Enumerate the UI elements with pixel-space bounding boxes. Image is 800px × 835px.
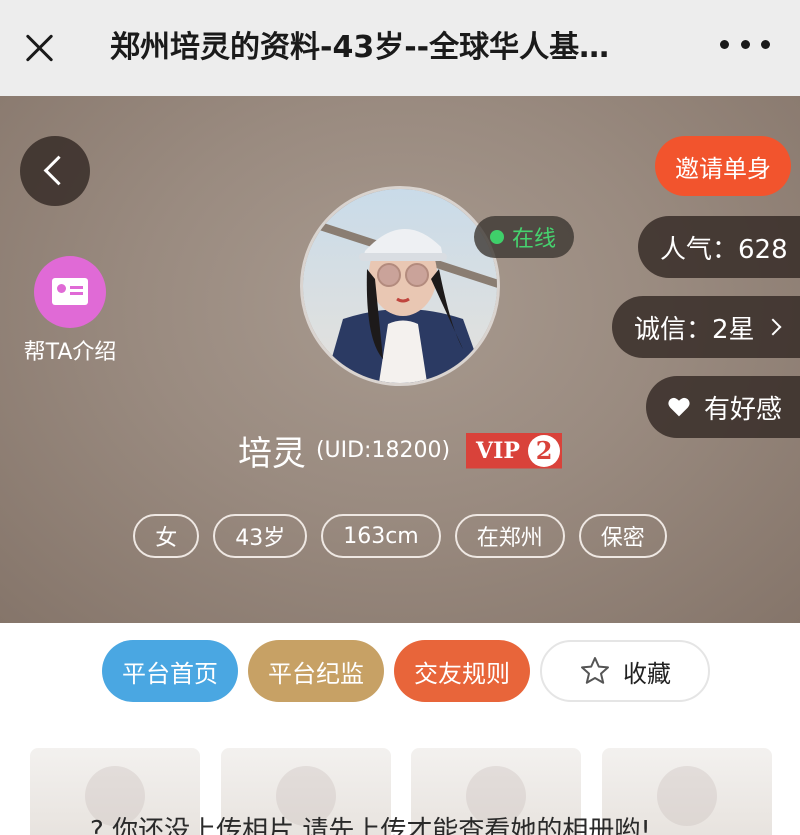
integrity-label: 诚信：2星 (634, 314, 755, 345)
introduce-label: 帮TA介绍 (23, 340, 117, 365)
back-icon[interactable] (20, 136, 90, 206)
popularity-badge: 人气：628 (638, 216, 800, 278)
star-icon (581, 657, 609, 684)
tag-privacy: 保密 (578, 514, 667, 558)
id-card-icon (34, 256, 106, 328)
page-title: 郑州培灵的资料-43岁--全球华人基… (110, 30, 610, 65)
integrity-button[interactable]: 诚信：2星 (612, 296, 800, 358)
vip-badge: VIP 2 (466, 432, 563, 469)
vip-text: VIP (476, 437, 520, 464)
platform-home-button[interactable]: 平台首页 (102, 640, 238, 702)
online-label: 在线 (512, 227, 557, 252)
profile-uid: (UID:18200) (315, 438, 451, 463)
dating-rules-button[interactable]: 交友规则 (394, 640, 530, 702)
photo-upload-notice: ? 你还没上传相片,请先上传才能查看她的相册哟! (90, 816, 651, 835)
top-bar: 郑州培灵的资料-43岁--全球华人基… (0, 0, 800, 96)
close-icon[interactable] (22, 30, 58, 66)
favorite-label: 收藏 (623, 659, 671, 688)
online-dot-icon (490, 230, 504, 244)
vip-level: 2 (528, 434, 561, 467)
invite-single-button[interactable]: 邀请单身 (655, 136, 791, 196)
name-row: 培灵 (UID:18200) VIP 2 (0, 426, 800, 475)
action-row: 平台首页 平台纪监 交友规则 收藏 (102, 640, 710, 702)
more-options-icon[interactable] (720, 40, 770, 54)
introduce-button[interactable]: 帮TA介绍 (18, 256, 122, 366)
avatar[interactable] (300, 186, 500, 386)
profile-name: 培灵 (237, 434, 306, 474)
tag-height: 163cm (321, 514, 441, 558)
heart-icon (668, 397, 690, 417)
tag-location: 在郑州 (454, 514, 565, 558)
tag-age: 43岁 (213, 514, 308, 558)
popularity-label: 人气：628 (660, 234, 788, 265)
profile-tags: 女 43岁 163cm 在郑州 保密 (0, 514, 800, 558)
profile-header: 帮TA介绍 在线 邀请单身 人气：628 诚信：2星 有好感 培灵 (UID:1… (0, 96, 800, 623)
chevron-right-icon (764, 318, 782, 336)
online-status-badge: 在线 (474, 216, 575, 258)
platform-supervision-button[interactable]: 平台纪监 (248, 640, 384, 702)
tag-gender: 女 (133, 514, 200, 558)
favor-label: 有好感 (703, 394, 782, 425)
favorite-button[interactable]: 收藏 (540, 640, 710, 702)
